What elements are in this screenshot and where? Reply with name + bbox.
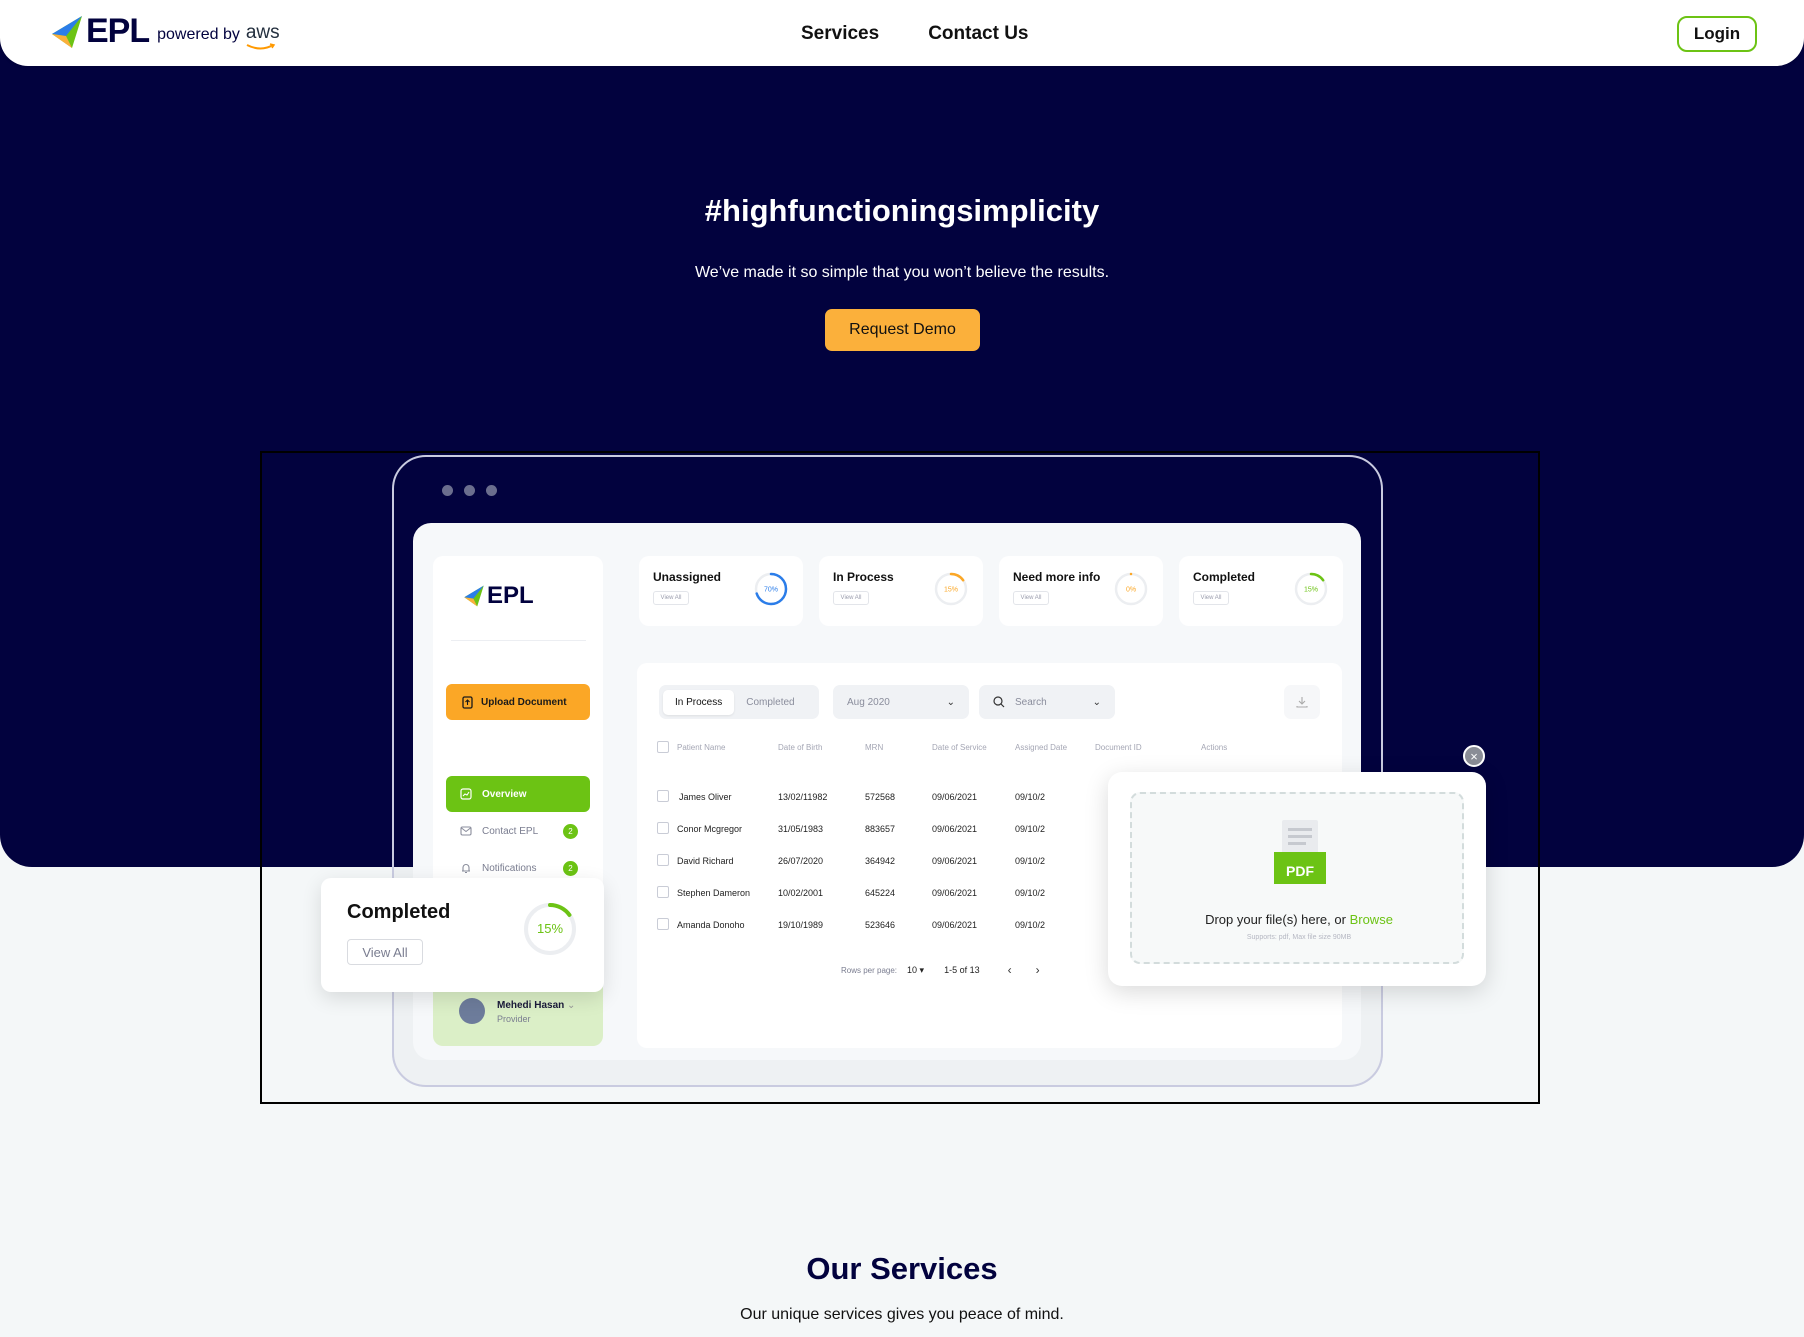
aws-smile-icon bbox=[246, 42, 276, 49]
aws-text: aws bbox=[245, 21, 280, 43]
services-heading: Our Services bbox=[806, 1251, 998, 1286]
nav-services[interactable]: Services bbox=[801, 23, 879, 45]
main-nav: Services Contact Us bbox=[801, 23, 1028, 45]
powered-by-text: powered by bbox=[157, 25, 240, 43]
login-button[interactable]: Login bbox=[1677, 16, 1757, 52]
showcase-frame bbox=[260, 451, 1540, 1104]
epl-logo-icon bbox=[52, 15, 82, 48]
aws-logo: aws bbox=[245, 21, 280, 49]
services-subtitle: Our unique services gives you peace of m… bbox=[740, 1306, 1064, 1323]
brand-logo[interactable]: EPL powered by aws bbox=[50, 12, 280, 51]
hero-title: #highfunctioningsimplicity bbox=[704, 193, 1100, 228]
request-demo-button[interactable]: Request Demo bbox=[825, 309, 980, 351]
hero-subtitle: We’ve made it so simple that you won’t b… bbox=[694, 264, 1110, 281]
top-navbar: EPL powered by aws Services Contact Us L… bbox=[0, 0, 1804, 66]
brand-name: EPL bbox=[86, 12, 150, 50]
nav-contact-us[interactable]: Contact Us bbox=[928, 23, 1028, 45]
